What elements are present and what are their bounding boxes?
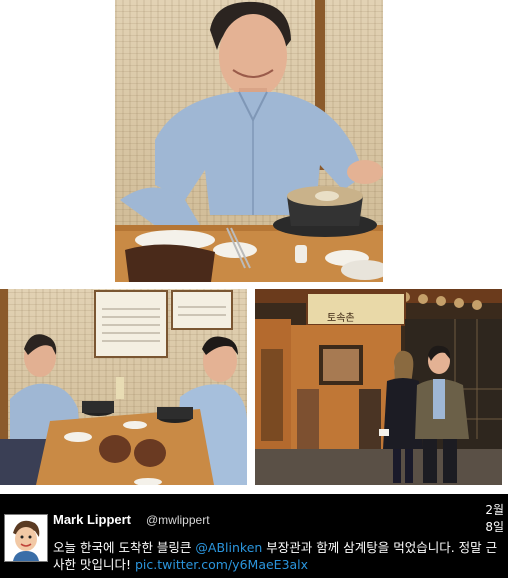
tweet-date-month: 2월 [485,503,504,517]
photo-two-men-dining[interactable] [0,289,247,485]
tweet-date[interactable]: 2월 8일 [470,502,504,536]
tweet-date-day: 8일 [485,520,504,534]
mention-link[interactable]: @ABlinken [195,540,262,555]
photo-top-scene [115,0,383,282]
author-avatar[interactable] [4,514,48,562]
restaurant-sign-text: 토속촌 [327,313,355,324]
tweet-text-part-1: 오늘 한국에 도착한 블링큰 [53,540,196,555]
tweet-text: 오늘 한국에 도착한 블링큰 @ABlinken 부장관과 함께 삼계탕을 먹었… [53,539,503,573]
photo-left-scene [0,289,247,485]
cartoon-avatar-icon [5,515,47,561]
photo-restaurant-entrance[interactable]: 토속촌 [255,289,502,485]
photo-right-scene [255,289,502,485]
author-name[interactable]: Mark Lippert [53,512,131,527]
photo-man-eating-samgyetang[interactable] [115,0,383,282]
photo-link[interactable]: pic.twitter.com/y6MaeE3alx [135,557,308,572]
author-handle[interactable]: @mwlippert [146,513,210,527]
